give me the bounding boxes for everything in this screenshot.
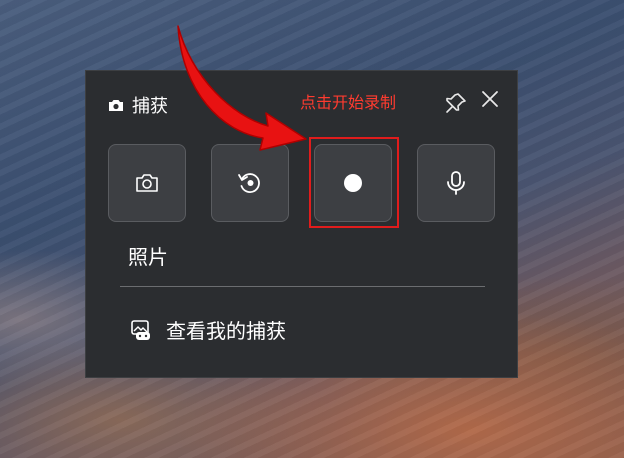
annotation-arrow	[177, 25, 307, 151]
